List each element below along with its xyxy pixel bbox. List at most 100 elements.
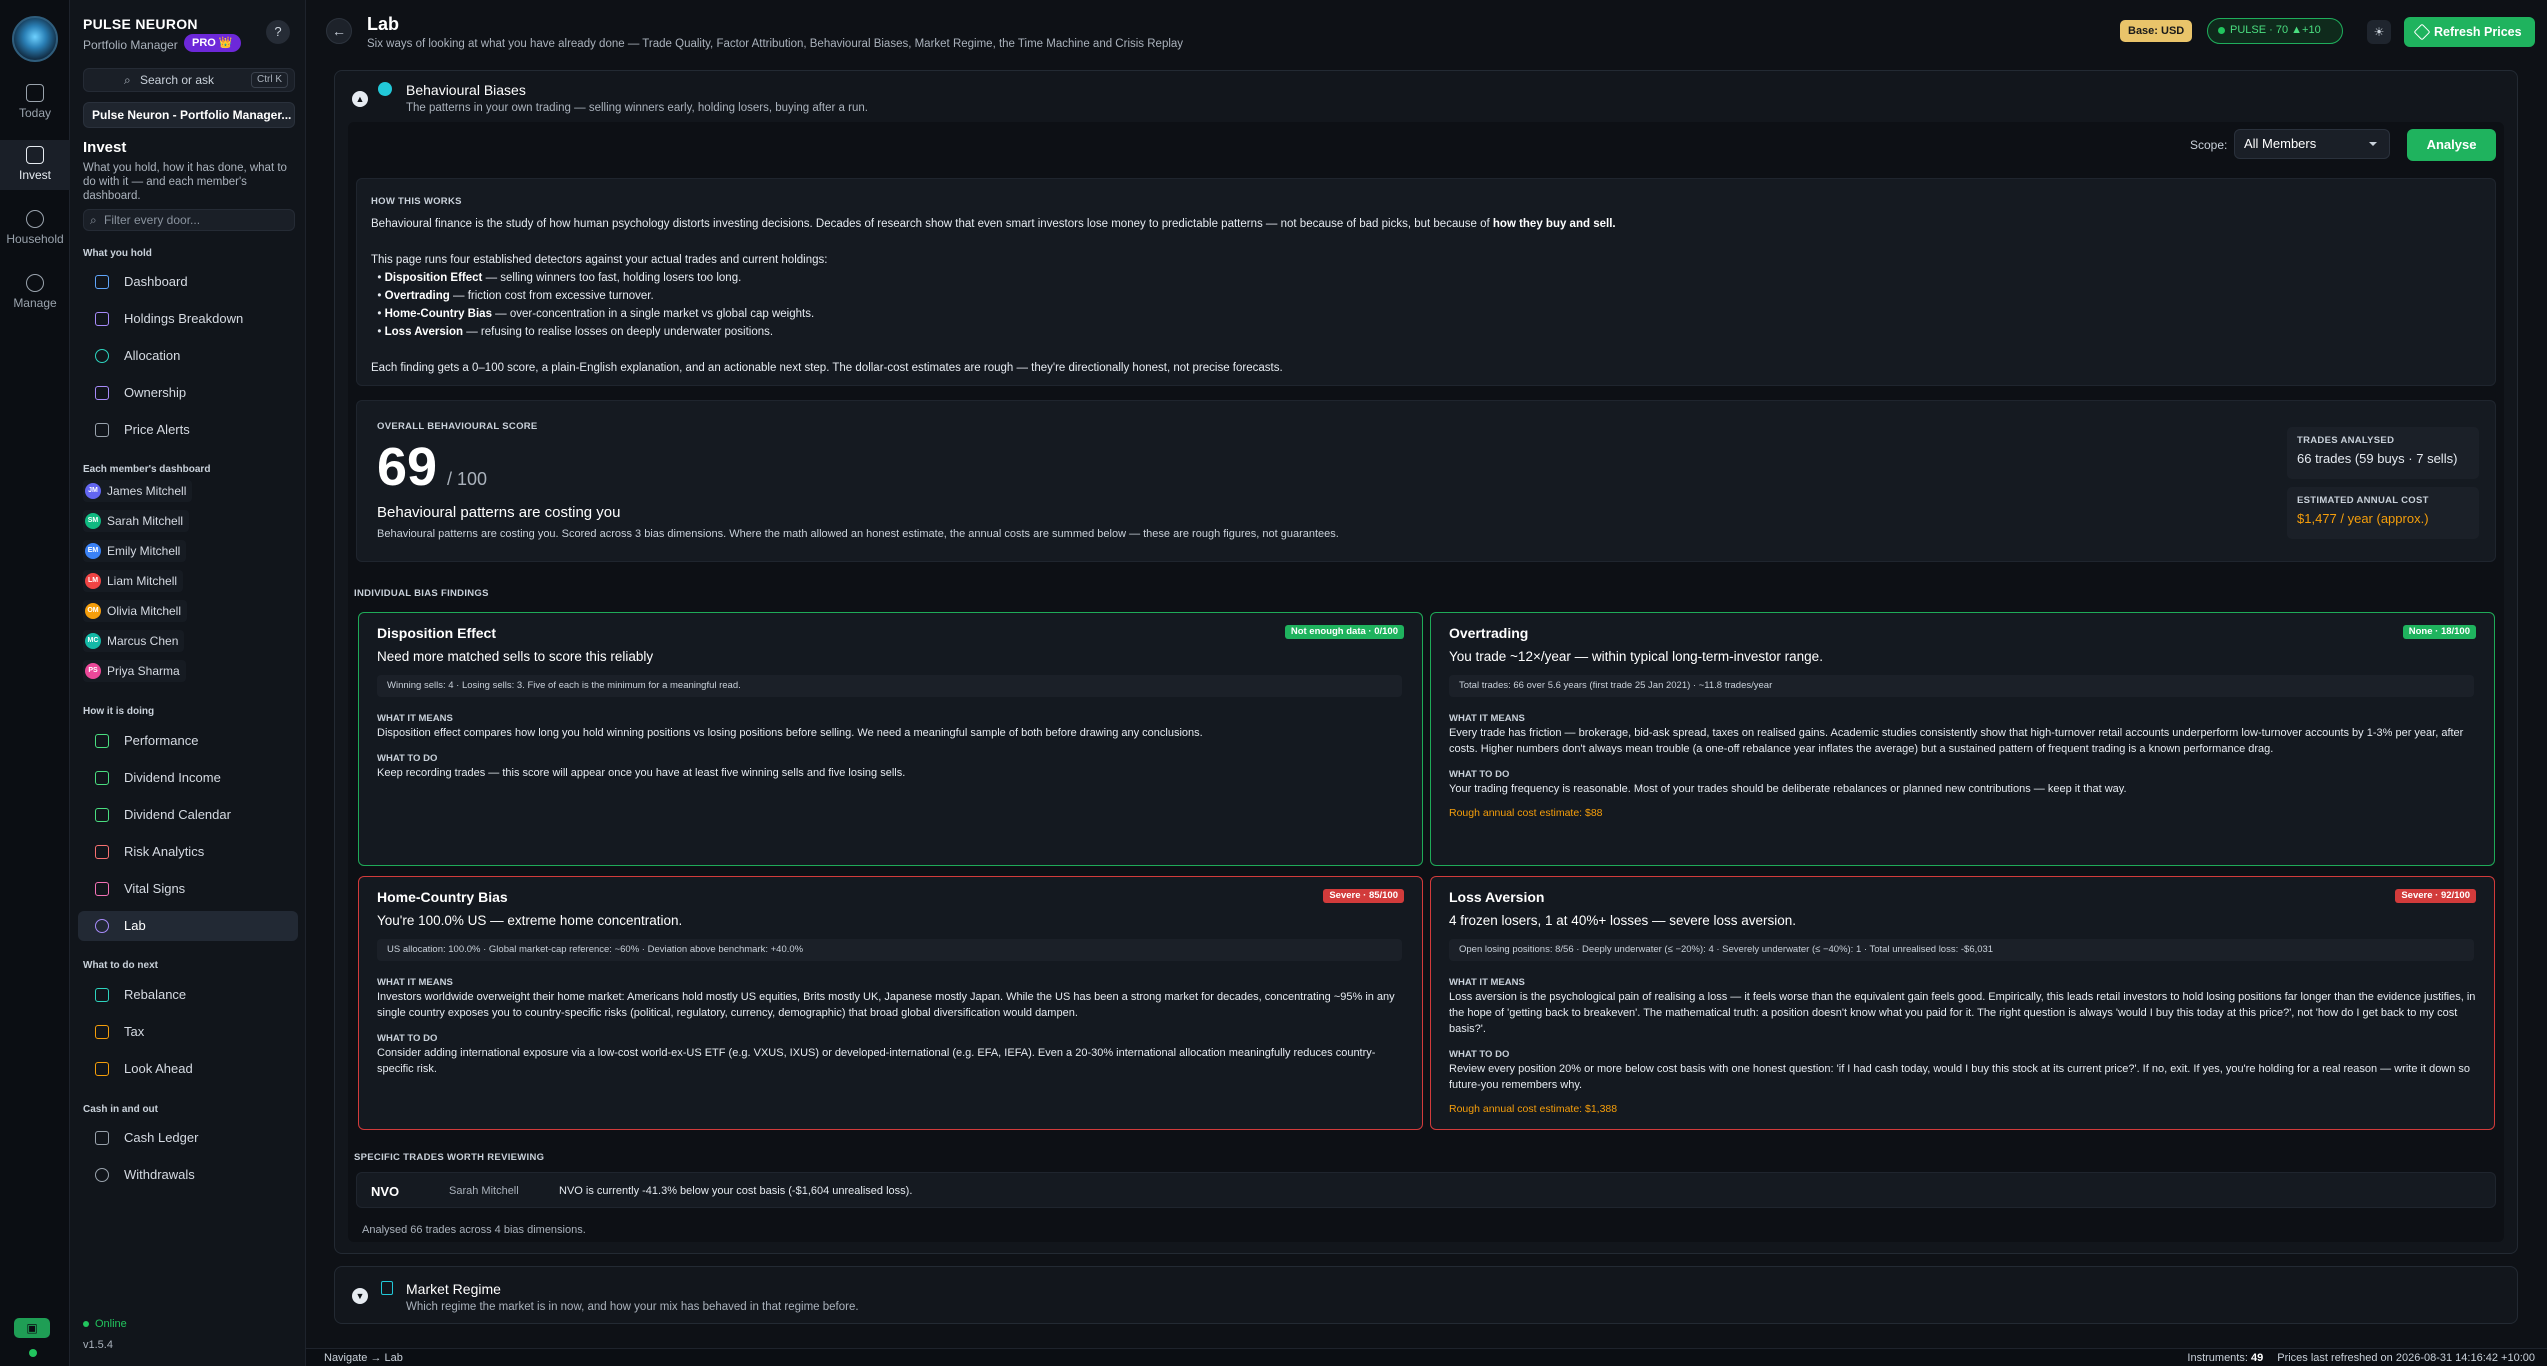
regime-icon: [381, 1281, 393, 1295]
filter-input[interactable]: ⌕ Filter every door...: [83, 209, 295, 231]
list-item: • Overtrading — friction cost from exces…: [371, 290, 654, 302]
gear-icon: [26, 274, 44, 292]
status-bar: Navigate → Lab Instruments: 49 Prices las…: [306, 1348, 2547, 1366]
finding-metrics: Winning sells: 4 · Losing sells: 3. Five…: [377, 675, 1402, 697]
nav-risk-analytics[interactable]: Risk Analytics: [78, 837, 298, 867]
building-icon: [95, 386, 109, 400]
member-liam-mitchell[interactable]: LM Liam Mitchell: [83, 570, 184, 592]
list-item: • Loss Aversion — refusing to realise lo…: [371, 326, 774, 338]
warning-icon: [95, 845, 109, 859]
nav-price-alerts[interactable]: Price Alerts: [78, 415, 298, 445]
nav-look-ahead[interactable]: Look Ahead: [78, 1054, 298, 1084]
analyse-button[interactable]: Analyse: [2407, 129, 2496, 161]
scope-label: Scope:: [2190, 138, 2228, 152]
avatar: EM: [85, 543, 101, 559]
dollar-icon: [95, 771, 109, 785]
status-badge: Severe · 92/100: [2395, 889, 2476, 903]
back-button[interactable]: ←: [326, 18, 352, 44]
base-currency-badge[interactable]: Base: USD: [2120, 20, 2193, 42]
group-what-you-hold: What you hold: [83, 248, 152, 259]
heartbeat-icon: [95, 882, 109, 896]
sidebar: PULSE NEURON Portfolio Manager PRO 👑 ? ⌕…: [70, 0, 306, 1366]
nav-dividend-calendar[interactable]: Dividend Calendar: [78, 800, 298, 830]
pulse-score-badge[interactable]: PULSE · 70 ▲+10: [2207, 18, 2343, 44]
nav-performance[interactable]: Performance: [78, 726, 298, 756]
panel-subtitle: The patterns in your own trading — selli…: [406, 102, 868, 114]
avatar: MC: [85, 633, 101, 649]
status-badge: Not enough data · 0/100: [1284, 625, 1404, 639]
finding-metrics: Total trades: 66 over 5.6 years (first t…: [1449, 675, 2474, 697]
nav-allocation[interactable]: Allocation: [78, 341, 298, 371]
member-olivia-mitchell[interactable]: OM Olivia Mitchell: [83, 600, 188, 622]
panel-title: Behavioural Biases: [406, 82, 526, 98]
group-cash: Cash in and out: [83, 1104, 158, 1115]
list-item: • Disposition Effect — selling winners t…: [371, 272, 742, 284]
table-row[interactable]: NVO Sarah Mitchell NVO is currently -41.…: [356, 1172, 2496, 1208]
member-priya-sharma[interactable]: PS Priya Sharma: [83, 660, 186, 682]
list-icon: [95, 312, 109, 326]
expand-chevron-icon[interactable]: ▼: [352, 1288, 368, 1304]
terminal-icon[interactable]: ▣: [14, 1318, 50, 1338]
how-this-works: HOW THIS WORKS Behavioural finance is th…: [356, 178, 2496, 386]
home-icon: [95, 275, 109, 289]
brand-role: Portfolio Manager: [83, 38, 178, 52]
overall-score-card: OVERALL BEHAVIOURAL SCORE 69 / 100 Behav…: [356, 400, 2496, 562]
rail-household[interactable]: Household: [0, 208, 70, 252]
trades-caption: SPECIFIC TRADES WORTH REVIEWING: [354, 1152, 545, 1163]
sun-icon: ☀: [2373, 25, 2385, 39]
collapse-chevron-icon[interactable]: ▲: [352, 91, 368, 107]
pie-icon: [95, 349, 109, 363]
rail-today[interactable]: Today: [0, 80, 70, 124]
nav-withdrawals[interactable]: Withdrawals: [78, 1160, 298, 1190]
nav-holdings-breakdown[interactable]: Holdings Breakdown: [78, 304, 298, 334]
cost-estimate: Rough annual cost estimate: $1,388: [1449, 1103, 1618, 1115]
market-regime-panel[interactable]: [334, 1266, 2518, 1324]
page-subtitle: Six ways of looking at what you have alr…: [367, 38, 1184, 50]
calendar-icon: [95, 808, 109, 822]
scope-select[interactable]: All Members: [2234, 129, 2390, 159]
nav-vital-signs[interactable]: Vital Signs: [78, 874, 298, 904]
refresh-prices-button[interactable]: Refresh Prices: [2404, 17, 2535, 47]
calendar-icon: [26, 84, 44, 102]
flag-icon: [95, 423, 109, 437]
annual-cost-stat: ESTIMATED ANNUAL COST $1,477 / year (app…: [2287, 487, 2479, 539]
rail-manage[interactable]: Manage: [0, 272, 70, 316]
member-emily-mitchell[interactable]: EM Emily Mitchell: [83, 540, 187, 562]
member-james-mitchell[interactable]: JM James Mitchell: [83, 480, 193, 502]
avatar: SM: [85, 513, 101, 529]
search-button[interactable]: ⌕ Search or ask Ctrl K: [83, 68, 295, 92]
analysed-note: Analysed 66 trades across 4 bias dimensi…: [362, 1224, 586, 1236]
nav-rebalance[interactable]: Rebalance: [78, 980, 298, 1010]
undo-icon: [95, 1168, 109, 1182]
theme-toggle-button[interactable]: ☀: [2367, 20, 2391, 44]
finding-card-disposition-effect: Disposition Effect Not enough data · 0/1…: [358, 612, 1423, 866]
refresh-icon: [2413, 23, 2431, 41]
section-title: Invest: [83, 139, 127, 156]
findings-caption: INDIVIDUAL BIAS FINDINGS: [354, 588, 489, 599]
chart-icon: [26, 146, 44, 164]
nav-dashboard[interactable]: Dashboard: [78, 267, 298, 297]
nav-ownership[interactable]: Ownership: [78, 378, 298, 408]
page-title: Lab: [367, 14, 400, 34]
nav-cash-ledger[interactable]: Cash Ledger: [78, 1123, 298, 1153]
nav-dividend-income[interactable]: Dividend Income: [78, 763, 298, 793]
brand-logo[interactable]: [12, 16, 58, 62]
group-members: Each member's dashboard: [83, 464, 211, 475]
pro-badge: PRO 👑: [184, 34, 241, 52]
finding-card-home-country-bias: Home-Country Bias Severe · 85/100 You're…: [358, 876, 1423, 1130]
app-rail: Today Invest Household Manage ▣: [0, 0, 70, 1366]
portfolio-select[interactable]: Pulse Neuron - Portfolio Manager...: [83, 102, 295, 128]
member-marcus-chen[interactable]: MC Marcus Chen: [83, 630, 185, 652]
nav-lab[interactable]: Lab: [78, 911, 298, 941]
member-sarah-mitchell[interactable]: SM Sarah Mitchell: [83, 510, 190, 532]
bulb-icon: [95, 919, 109, 933]
wallet-icon: [95, 1131, 109, 1145]
nav-tax[interactable]: Tax: [78, 1017, 298, 1047]
prices-refreshed: Prices last refreshed on 2026-08-31 14:1…: [2277, 1352, 2535, 1364]
regime-title: Market Regime: [406, 1281, 501, 1297]
rail-invest[interactable]: Invest: [0, 140, 70, 190]
trade-member: Sarah Mitchell: [449, 1185, 519, 1197]
navigation-hint: Navigate → Lab: [324, 1352, 403, 1364]
avatar: JM: [85, 483, 101, 499]
help-button[interactable]: ?: [266, 20, 290, 44]
